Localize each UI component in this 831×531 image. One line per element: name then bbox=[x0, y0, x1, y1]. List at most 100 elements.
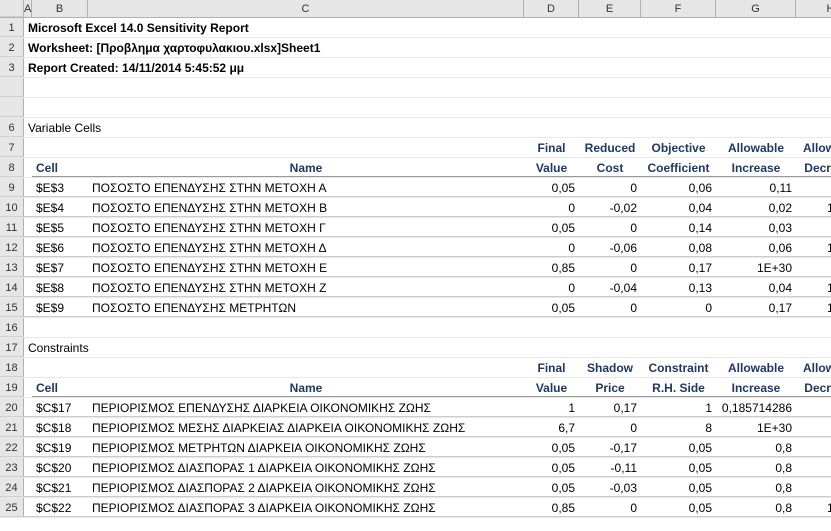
vc-final-value[interactable]: 0 bbox=[524, 238, 579, 257]
cell[interactable] bbox=[24, 458, 32, 477]
vc-final-value[interactable]: 0 bbox=[524, 278, 579, 297]
vc-cell-name[interactable]: ΠΟΣΟΣΤΟ ΕΠΕΝΔΥΣΗΣ ΣΤΗΝ ΜΕΤΟΧΗ Δ bbox=[88, 238, 524, 257]
vc-final-value[interactable]: 0,05 bbox=[524, 218, 579, 237]
co-cell-ref[interactable]: $C$19 bbox=[32, 438, 88, 457]
cell[interactable] bbox=[88, 138, 524, 157]
vc-obj-coef[interactable]: 0 bbox=[641, 298, 716, 317]
co-allow-inc[interactable]: 0,8 bbox=[716, 478, 796, 497]
row-header[interactable]: 3 bbox=[0, 58, 24, 77]
vc-obj-coef[interactable]: 0,06 bbox=[641, 178, 716, 197]
cell[interactable] bbox=[24, 478, 32, 497]
row-header[interactable]: 14 bbox=[0, 278, 24, 297]
vc-final-value[interactable]: 0 bbox=[524, 198, 579, 217]
co-rhs[interactable]: 0,05 bbox=[641, 478, 716, 497]
row-header[interactable]: 25 bbox=[0, 498, 24, 517]
vc-allow-inc[interactable]: 0,17 bbox=[716, 298, 796, 317]
vc-allow-dec[interactable]: 1E+30 bbox=[796, 298, 831, 317]
hdr-allow-inc[interactable]: Allowable bbox=[716, 138, 796, 157]
vc-obj-coef[interactable]: 0,13 bbox=[641, 278, 716, 297]
vc-cell-ref[interactable]: $E$9 bbox=[32, 298, 88, 317]
co-allow-inc[interactable]: 0,185714286 bbox=[716, 398, 796, 417]
co-rhs[interactable]: 0,05 bbox=[641, 498, 716, 517]
row-header[interactable]: 1 bbox=[0, 18, 24, 37]
co-shadow-price[interactable]: -0,11 bbox=[579, 458, 641, 477]
vc-reduced-cost[interactable]: 0 bbox=[579, 298, 641, 317]
co-shadow-price[interactable]: -0,17 bbox=[579, 438, 641, 457]
col-header-A[interactable]: A bbox=[24, 0, 32, 17]
cell[interactable] bbox=[24, 418, 32, 437]
row-header[interactable] bbox=[0, 98, 24, 117]
co-shadow-price[interactable]: 0 bbox=[579, 498, 641, 517]
cell[interactable] bbox=[24, 298, 32, 317]
co-final-value[interactable]: 0,05 bbox=[524, 438, 579, 457]
vc-obj-coef[interactable]: 0,14 bbox=[641, 218, 716, 237]
vc-obj-coef[interactable]: 0,17 bbox=[641, 258, 716, 277]
row-header[interactable]: 6 bbox=[0, 118, 24, 137]
co-final-value[interactable]: 6,7 bbox=[524, 418, 579, 437]
co-shadow-price[interactable]: 0,17 bbox=[579, 398, 641, 417]
vc-allow-inc[interactable]: 0,11 bbox=[716, 178, 796, 197]
vc-allow-dec[interactable]: 0,03 bbox=[796, 258, 831, 277]
co-cell-ref[interactable]: $C$17 bbox=[32, 398, 88, 417]
vc-allow-inc[interactable]: 0,03 bbox=[716, 218, 796, 237]
cell[interactable] bbox=[32, 358, 88, 377]
vc-reduced-cost[interactable]: 0 bbox=[579, 258, 641, 277]
cell[interactable] bbox=[88, 358, 524, 377]
col-header-B[interactable]: B bbox=[32, 0, 88, 17]
vc-allow-dec[interactable]: 1E+30 bbox=[796, 278, 831, 297]
co-shadow-price[interactable]: 0 bbox=[579, 418, 641, 437]
co-allow-inc[interactable]: 0,8 bbox=[716, 458, 796, 477]
co-allow-dec[interactable]: 0,05 bbox=[796, 478, 831, 497]
vc-final-value[interactable]: 0,85 bbox=[524, 258, 579, 277]
co-allow-dec[interactable]: 0,8 bbox=[796, 398, 831, 417]
vc-allow-dec[interactable]: 0,06 bbox=[796, 218, 831, 237]
co-allow-inc[interactable]: 0,8 bbox=[716, 498, 796, 517]
row-header[interactable]: 8 bbox=[0, 158, 24, 177]
row-header[interactable]: 9 bbox=[0, 178, 24, 197]
vc-allow-inc[interactable]: 0,02 bbox=[716, 198, 796, 217]
cell[interactable] bbox=[24, 218, 32, 237]
hdr-price[interactable]: Price bbox=[579, 378, 641, 397]
vc-final-value[interactable]: 0,05 bbox=[524, 178, 579, 197]
row-header[interactable]: 16 bbox=[0, 318, 24, 337]
row-header[interactable]: 15 bbox=[0, 298, 24, 317]
row-header[interactable]: 19 bbox=[0, 378, 24, 397]
hdr-cell[interactable]: Cell bbox=[32, 158, 88, 177]
vc-cell-ref[interactable]: $E$8 bbox=[32, 278, 88, 297]
vc-cell-name[interactable]: ΠΟΣΟΣΤΟ ΕΠΕΝΔΥΣΗΣ ΜΕΤΡΗΤΩΝ bbox=[88, 298, 524, 317]
hdr-cost[interactable]: Cost bbox=[579, 158, 641, 177]
row-header[interactable]: 7 bbox=[0, 138, 24, 157]
co-final-value[interactable]: 0,85 bbox=[524, 498, 579, 517]
hdr-inc[interactable]: Increase bbox=[716, 378, 796, 397]
vc-reduced-cost[interactable]: 0 bbox=[579, 218, 641, 237]
co-final-value[interactable]: 1 bbox=[524, 398, 579, 417]
co-allow-dec[interactable]: 1,3 bbox=[796, 418, 831, 437]
vc-obj-coef[interactable]: 0,08 bbox=[641, 238, 716, 257]
vc-cell-name[interactable]: ΠΟΣΟΣΤΟ ΕΠΕΝΔΥΣΗΣ ΣΤΗΝ ΜΕΤΟΧΗ Α bbox=[88, 178, 524, 197]
cell[interactable] bbox=[24, 278, 32, 297]
co-allow-dec[interactable]: 0,05 bbox=[796, 458, 831, 477]
vc-allow-dec[interactable]: 1E+30 bbox=[796, 238, 831, 257]
vc-reduced-cost[interactable]: -0,04 bbox=[579, 278, 641, 297]
co-cell-ref[interactable]: $C$21 bbox=[32, 478, 88, 497]
vc-allow-dec[interactable]: 1E+30 bbox=[796, 198, 831, 217]
vc-reduced-cost[interactable]: -0,02 bbox=[579, 198, 641, 217]
co-cell-name[interactable]: ΠΕΡΙΟΡΙΣΜΟΣ ΔΙΑΣΠΟΡΑΣ 3 ΔΙΑΡΚΕΙΑ ΟΙΚΟΝΟΜ… bbox=[88, 498, 524, 517]
vc-obj-coef[interactable]: 0,04 bbox=[641, 198, 716, 217]
co-rhs[interactable]: 0,05 bbox=[641, 438, 716, 457]
co-cell-ref[interactable]: $C$18 bbox=[32, 418, 88, 437]
co-shadow-price[interactable]: -0,03 bbox=[579, 478, 641, 497]
cell[interactable] bbox=[24, 238, 32, 257]
co-allow-dec[interactable]: 1E+30 bbox=[796, 498, 831, 517]
co-cell-ref[interactable]: $C$20 bbox=[32, 458, 88, 477]
co-allow-dec[interactable]: 0,05 bbox=[796, 438, 831, 457]
row-header[interactable]: 2 bbox=[0, 38, 24, 57]
hdr-value[interactable]: Value bbox=[524, 378, 579, 397]
vc-allow-inc[interactable]: 0,04 bbox=[716, 278, 796, 297]
row-header[interactable]: 21 bbox=[0, 418, 24, 437]
vc-reduced-cost[interactable]: 0 bbox=[579, 178, 641, 197]
co-cell-name[interactable]: ΠΕΡΙΟΡΙΣΜΟΣ ΜΕΤΡΗΤΩΝ ΔΙΑΡΚΕΙΑ ΟΙΚΟΝΟΜΙΚΗ… bbox=[88, 438, 524, 457]
cell[interactable] bbox=[24, 178, 32, 197]
hdr-rhs[interactable]: R.H. Side bbox=[641, 378, 716, 397]
hdr-allow-dec[interactable]: Allowable bbox=[796, 138, 831, 157]
